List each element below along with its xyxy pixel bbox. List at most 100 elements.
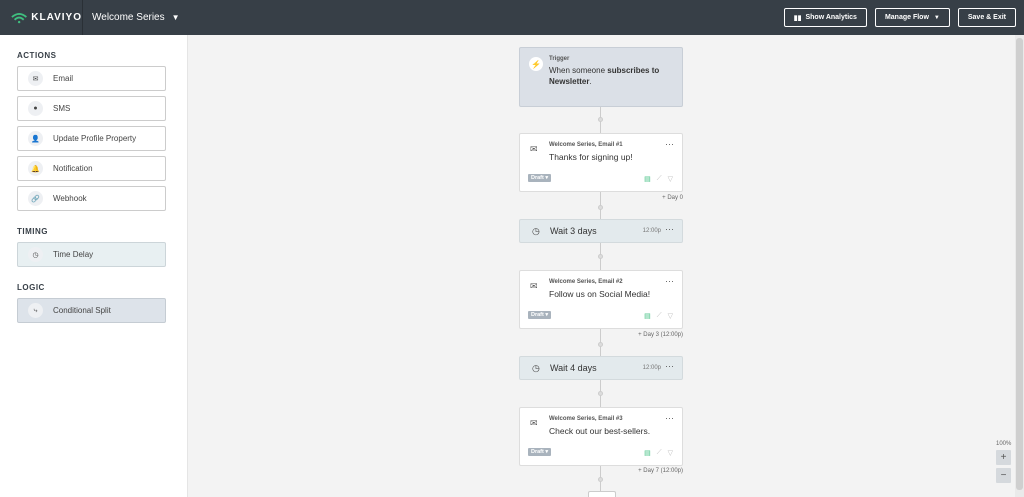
connector-dot[interactable] — [598, 117, 603, 122]
sidebar-item-label: Webhook — [53, 194, 87, 203]
trend-icon[interactable]: ⟋ — [657, 175, 662, 183]
zoom-in-button[interactable]: + — [996, 450, 1011, 465]
bar-chart-icon: ▮▮ — [793, 14, 802, 22]
zoom-out-button[interactable]: − — [996, 468, 1011, 483]
more-options-icon[interactable]: ··· — [665, 413, 674, 423]
status-badge[interactable]: Draft ▾ — [528, 311, 552, 319]
klaviyo-logo[interactable]: KLAVIYO — [0, 0, 83, 35]
wait-text: Wait 4 days — [550, 363, 597, 373]
filter-icon[interactable]: ▽ — [668, 312, 673, 320]
sidebar: ACTIONS ✉ Email ● SMS 👤 Update Profile P… — [0, 35, 188, 497]
person-icon: 👤 — [28, 131, 43, 146]
trigger-description: When someone subscribes to Newsletter. — [549, 65, 672, 87]
email-card[interactable]: ✉ Welcome Series, Email #3 Check out our… — [519, 407, 683, 466]
sidebar-item-label: Update Profile Property — [53, 134, 137, 143]
connector-dot[interactable] — [598, 205, 603, 210]
split-icon: ⤷ — [28, 303, 43, 318]
caret-down-icon: ▼ — [933, 14, 940, 21]
status-badge-label: Draft — [531, 449, 544, 455]
trigger-label: Trigger — [549, 56, 570, 62]
show-analytics-button[interactable]: ▮▮ Show Analytics — [783, 8, 867, 27]
email-subject: Follow us on Social Media! — [549, 289, 651, 299]
filter-icon[interactable]: ▽ — [668, 175, 673, 183]
connector-dot[interactable] — [598, 391, 603, 396]
trend-icon[interactable]: ⟋ — [657, 312, 662, 320]
envelope-icon: ✉ — [530, 144, 538, 154]
trend-icon[interactable]: ⟋ — [657, 449, 662, 457]
connector-dot[interactable] — [598, 477, 603, 482]
vertical-scrollbar[interactable] — [1015, 35, 1024, 497]
sidebar-item-label: SMS — [53, 104, 71, 113]
sidebar-item-notification[interactable]: 🔔 Notification — [17, 156, 166, 181]
day-label: + Day 0 — [662, 195, 683, 201]
more-options-icon[interactable]: ··· — [665, 276, 674, 286]
day-label-text: Day 7 (12:00p) — [643, 468, 683, 474]
day-label-text: Day 0 — [667, 195, 683, 201]
flow-end-node[interactable] — [588, 491, 616, 497]
timing-section-title: TIMING — [17, 227, 48, 236]
sidebar-item-label: Conditional Split — [53, 306, 111, 315]
message-icon[interactable]: ▤ — [644, 175, 651, 183]
message-icon[interactable]: ▤ — [644, 312, 651, 320]
wait-time: 12:00p — [642, 228, 661, 234]
message-icon[interactable]: ▤ — [644, 449, 651, 457]
email-subject: Thanks for signing up! — [549, 152, 633, 162]
show-analytics-label: Show Analytics — [805, 14, 857, 21]
status-badge[interactable]: Draft ▾ — [528, 448, 552, 456]
email-name: Welcome Series, Email #3 — [549, 416, 623, 422]
envelope-icon: ✉ — [530, 418, 538, 428]
email-card[interactable]: ✉ Welcome Series, Email #2 Follow us on … — [519, 270, 683, 329]
filter-icon[interactable]: ▽ — [668, 449, 673, 457]
sidebar-item-label: Notification — [53, 164, 93, 173]
top-bar: KLAVIYO Welcome Series ▼ ▮▮ Show Analyti… — [0, 0, 1024, 35]
logic-section-title: LOGIC — [17, 283, 45, 292]
wait-card[interactable]: ◷ Wait 3 days 12:00p ··· — [519, 219, 683, 243]
envelope-icon: ✉ — [530, 281, 538, 291]
manage-flow-label: Manage Flow — [884, 14, 929, 21]
sidebar-item-label: Time Delay — [53, 250, 94, 259]
sidebar-item-label: Email — [53, 74, 74, 83]
bell-icon: 🔔 — [28, 161, 43, 176]
sidebar-item-update-profile-property[interactable]: 👤 Update Profile Property — [17, 126, 166, 151]
status-badge[interactable]: Draft ▾ — [528, 174, 552, 182]
brand-name: KLAVIYO — [31, 12, 82, 23]
caret-down-icon: ▼ — [171, 13, 180, 22]
more-options-icon[interactable]: ··· — [665, 224, 674, 234]
flow-name: Welcome Series — [92, 12, 165, 23]
trigger-card[interactable]: ⚡ Trigger When someone subscribes to New… — [519, 47, 683, 107]
envelope-icon: ✉ — [28, 71, 43, 86]
sidebar-item-conditional-split[interactable]: ⤷ Conditional Split — [17, 298, 166, 323]
email-name: Welcome Series, Email #2 — [549, 279, 623, 285]
scrollbar-thumb[interactable] — [1016, 38, 1023, 490]
status-badge-label: Draft — [531, 312, 544, 318]
more-options-icon[interactable]: ··· — [665, 361, 674, 371]
day-label: + Day 3 (12:00p) — [638, 332, 683, 338]
klaviyo-logo-icon — [11, 12, 27, 23]
trigger-text-post: . — [589, 77, 592, 86]
manage-flow-button[interactable]: Manage Flow ▼ — [874, 8, 950, 27]
wait-time: 12:00p — [642, 365, 661, 371]
lightning-icon: ⚡ — [529, 57, 543, 71]
more-options-icon[interactable]: ··· — [665, 139, 674, 149]
email-subject: Check out our best-sellers. — [549, 426, 651, 436]
save-exit-button[interactable]: Save & Exit — [957, 8, 1016, 27]
actions-section-title: ACTIONS — [17, 51, 57, 60]
wait-text: Wait 3 days — [550, 226, 597, 236]
email-name: Welcome Series, Email #1 — [549, 142, 623, 148]
email-card[interactable]: ✉ Welcome Series, Email #1 Thanks for si… — [519, 133, 683, 192]
sidebar-item-webhook[interactable]: 🔗 Webhook — [17, 186, 166, 211]
sidebar-item-time-delay[interactable]: ◷ Time Delay — [17, 242, 166, 267]
flow-name-dropdown[interactable]: Welcome Series ▼ — [83, 12, 180, 23]
link-icon: 🔗 — [28, 191, 43, 206]
chat-bubble-icon: ● — [28, 101, 43, 116]
sidebar-item-email[interactable]: ✉ Email — [17, 66, 166, 91]
connector-dot[interactable] — [598, 254, 603, 259]
save-exit-label: Save & Exit — [967, 14, 1006, 21]
sidebar-item-sms[interactable]: ● SMS — [17, 96, 166, 121]
zoom-level: 100% — [996, 441, 1012, 447]
clock-icon: ◷ — [28, 247, 43, 262]
day-label-text: Day 3 (12:00p) — [643, 332, 683, 338]
connector-dot[interactable] — [598, 342, 603, 347]
day-label: + Day 7 (12:00p) — [638, 468, 683, 474]
wait-card[interactable]: ◷ Wait 4 days 12:00p ··· — [519, 356, 683, 380]
